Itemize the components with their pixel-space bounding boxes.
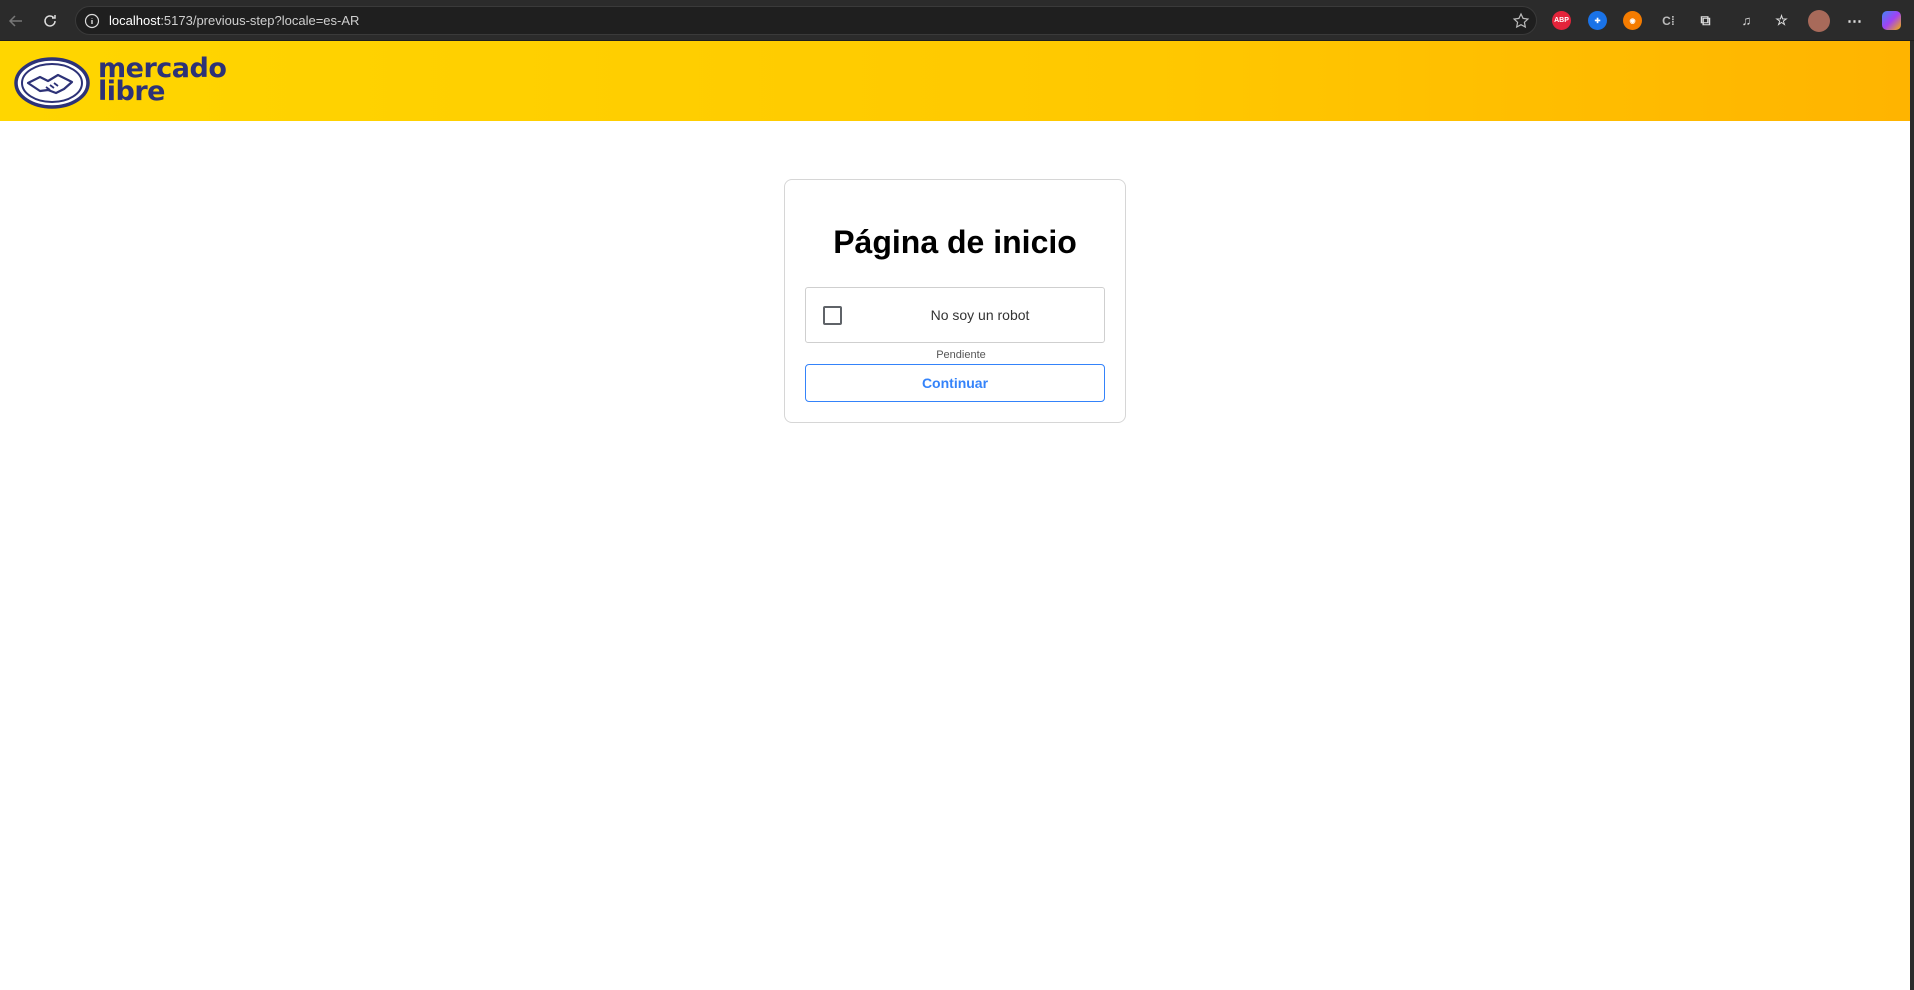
captcha-checkbox[interactable] <box>823 306 842 325</box>
site-info-icon[interactable] <box>84 13 100 29</box>
logo-wordmark: mercado libre <box>98 55 227 105</box>
page-title: Página de inicio <box>833 224 1077 260</box>
address-bar[interactable]: localhost:5173/previous-step?locale=es-A… <box>75 6 1537 35</box>
copilot-icon[interactable] <box>1882 11 1901 30</box>
extension-blue-icon[interactable]: ✚ <box>1588 11 1607 30</box>
favorites-icon[interactable]: ☆ <box>1772 11 1791 30</box>
handshake-logo-icon <box>14 57 90 109</box>
captcha-label: No soy un robot <box>930 307 1030 323</box>
reload-button[interactable] <box>37 8 63 34</box>
more-options-icon[interactable]: ⋯ <box>1845 11 1864 30</box>
favorite-star-icon[interactable] <box>1512 12 1530 30</box>
mercado-libre-logo[interactable]: mercado libre <box>14 55 227 109</box>
url-text[interactable]: localhost:5173/previous-step?locale=es-A… <box>109 13 359 28</box>
media-control-icon[interactable]: ♫ <box>1737 11 1756 30</box>
extension-c-icon[interactable]: C⁞ <box>1659 11 1678 30</box>
window-edge <box>1910 41 1914 990</box>
url-path: :5173/previous-step?locale=es-AR <box>160 13 360 28</box>
reload-icon <box>44 15 56 27</box>
captcha-widget: No soy un robot <box>805 287 1105 343</box>
login-card: Página de inicio No soy un robot Pendien… <box>784 179 1126 423</box>
adblock-plus-icon[interactable]: ABP <box>1552 11 1571 30</box>
extension-orange-icon[interactable]: ◉ <box>1623 11 1642 30</box>
profile-avatar[interactable] <box>1808 10 1830 32</box>
browser-toolbar: localhost:5173/previous-step?locale=es-A… <box>0 0 1914 41</box>
site-header: mercado libre <box>0 41 1910 121</box>
extensions-puzzle-icon[interactable]: ⧉ <box>1696 11 1715 30</box>
status-text: Pendiente <box>936 349 986 361</box>
url-host: localhost <box>109 13 161 28</box>
arrow-left-icon <box>8 15 22 27</box>
back-button[interactable] <box>3 8 29 34</box>
continue-button[interactable]: Continuar <box>805 364 1105 402</box>
